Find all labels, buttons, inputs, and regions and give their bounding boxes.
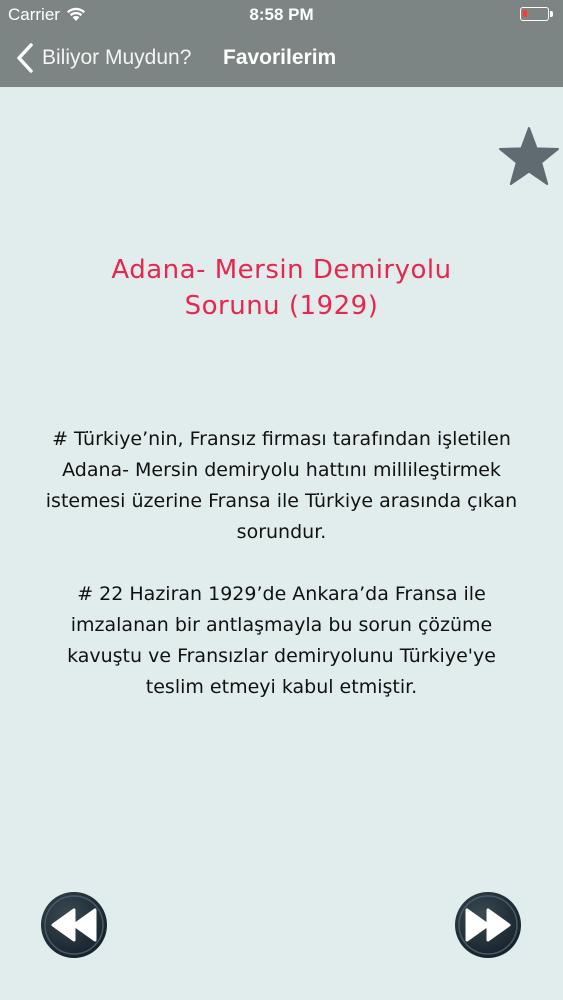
previous-button[interactable] [40,891,108,959]
fact-paragraph-2: # 22 Haziran 1929’de Ankara’da Fransa il… [67,583,496,698]
next-button[interactable] [454,891,522,959]
fact-paragraph-1: # Türkiye’nin, Fransız firması tarafında… [45,428,518,543]
fact-title: Adana- Mersin Demiryolu Sorunu (1929) [40,252,523,324]
favorite-star-icon[interactable] [498,126,560,188]
fact-title-line-1: Adana- Mersin Demiryolu [111,255,452,285]
battery-icon [520,7,553,21]
status-bar: Carrier 8:58 PM [0,0,563,30]
fact-body: # Türkiye’nin, Fransız firması tarafında… [40,424,523,703]
nav-title: Favorilerim [223,46,337,69]
back-button-label: Biliyor Muydun? [42,46,192,69]
chevron-left-icon [17,43,33,73]
back-button[interactable]: Biliyor Muydun? [14,41,191,75]
status-time: 8:58 PM [249,5,314,24]
fact-title-line-2: Sorunu (1929) [184,291,379,321]
navigation-bar: Biliyor Muydun? Favorilerim [0,30,563,87]
